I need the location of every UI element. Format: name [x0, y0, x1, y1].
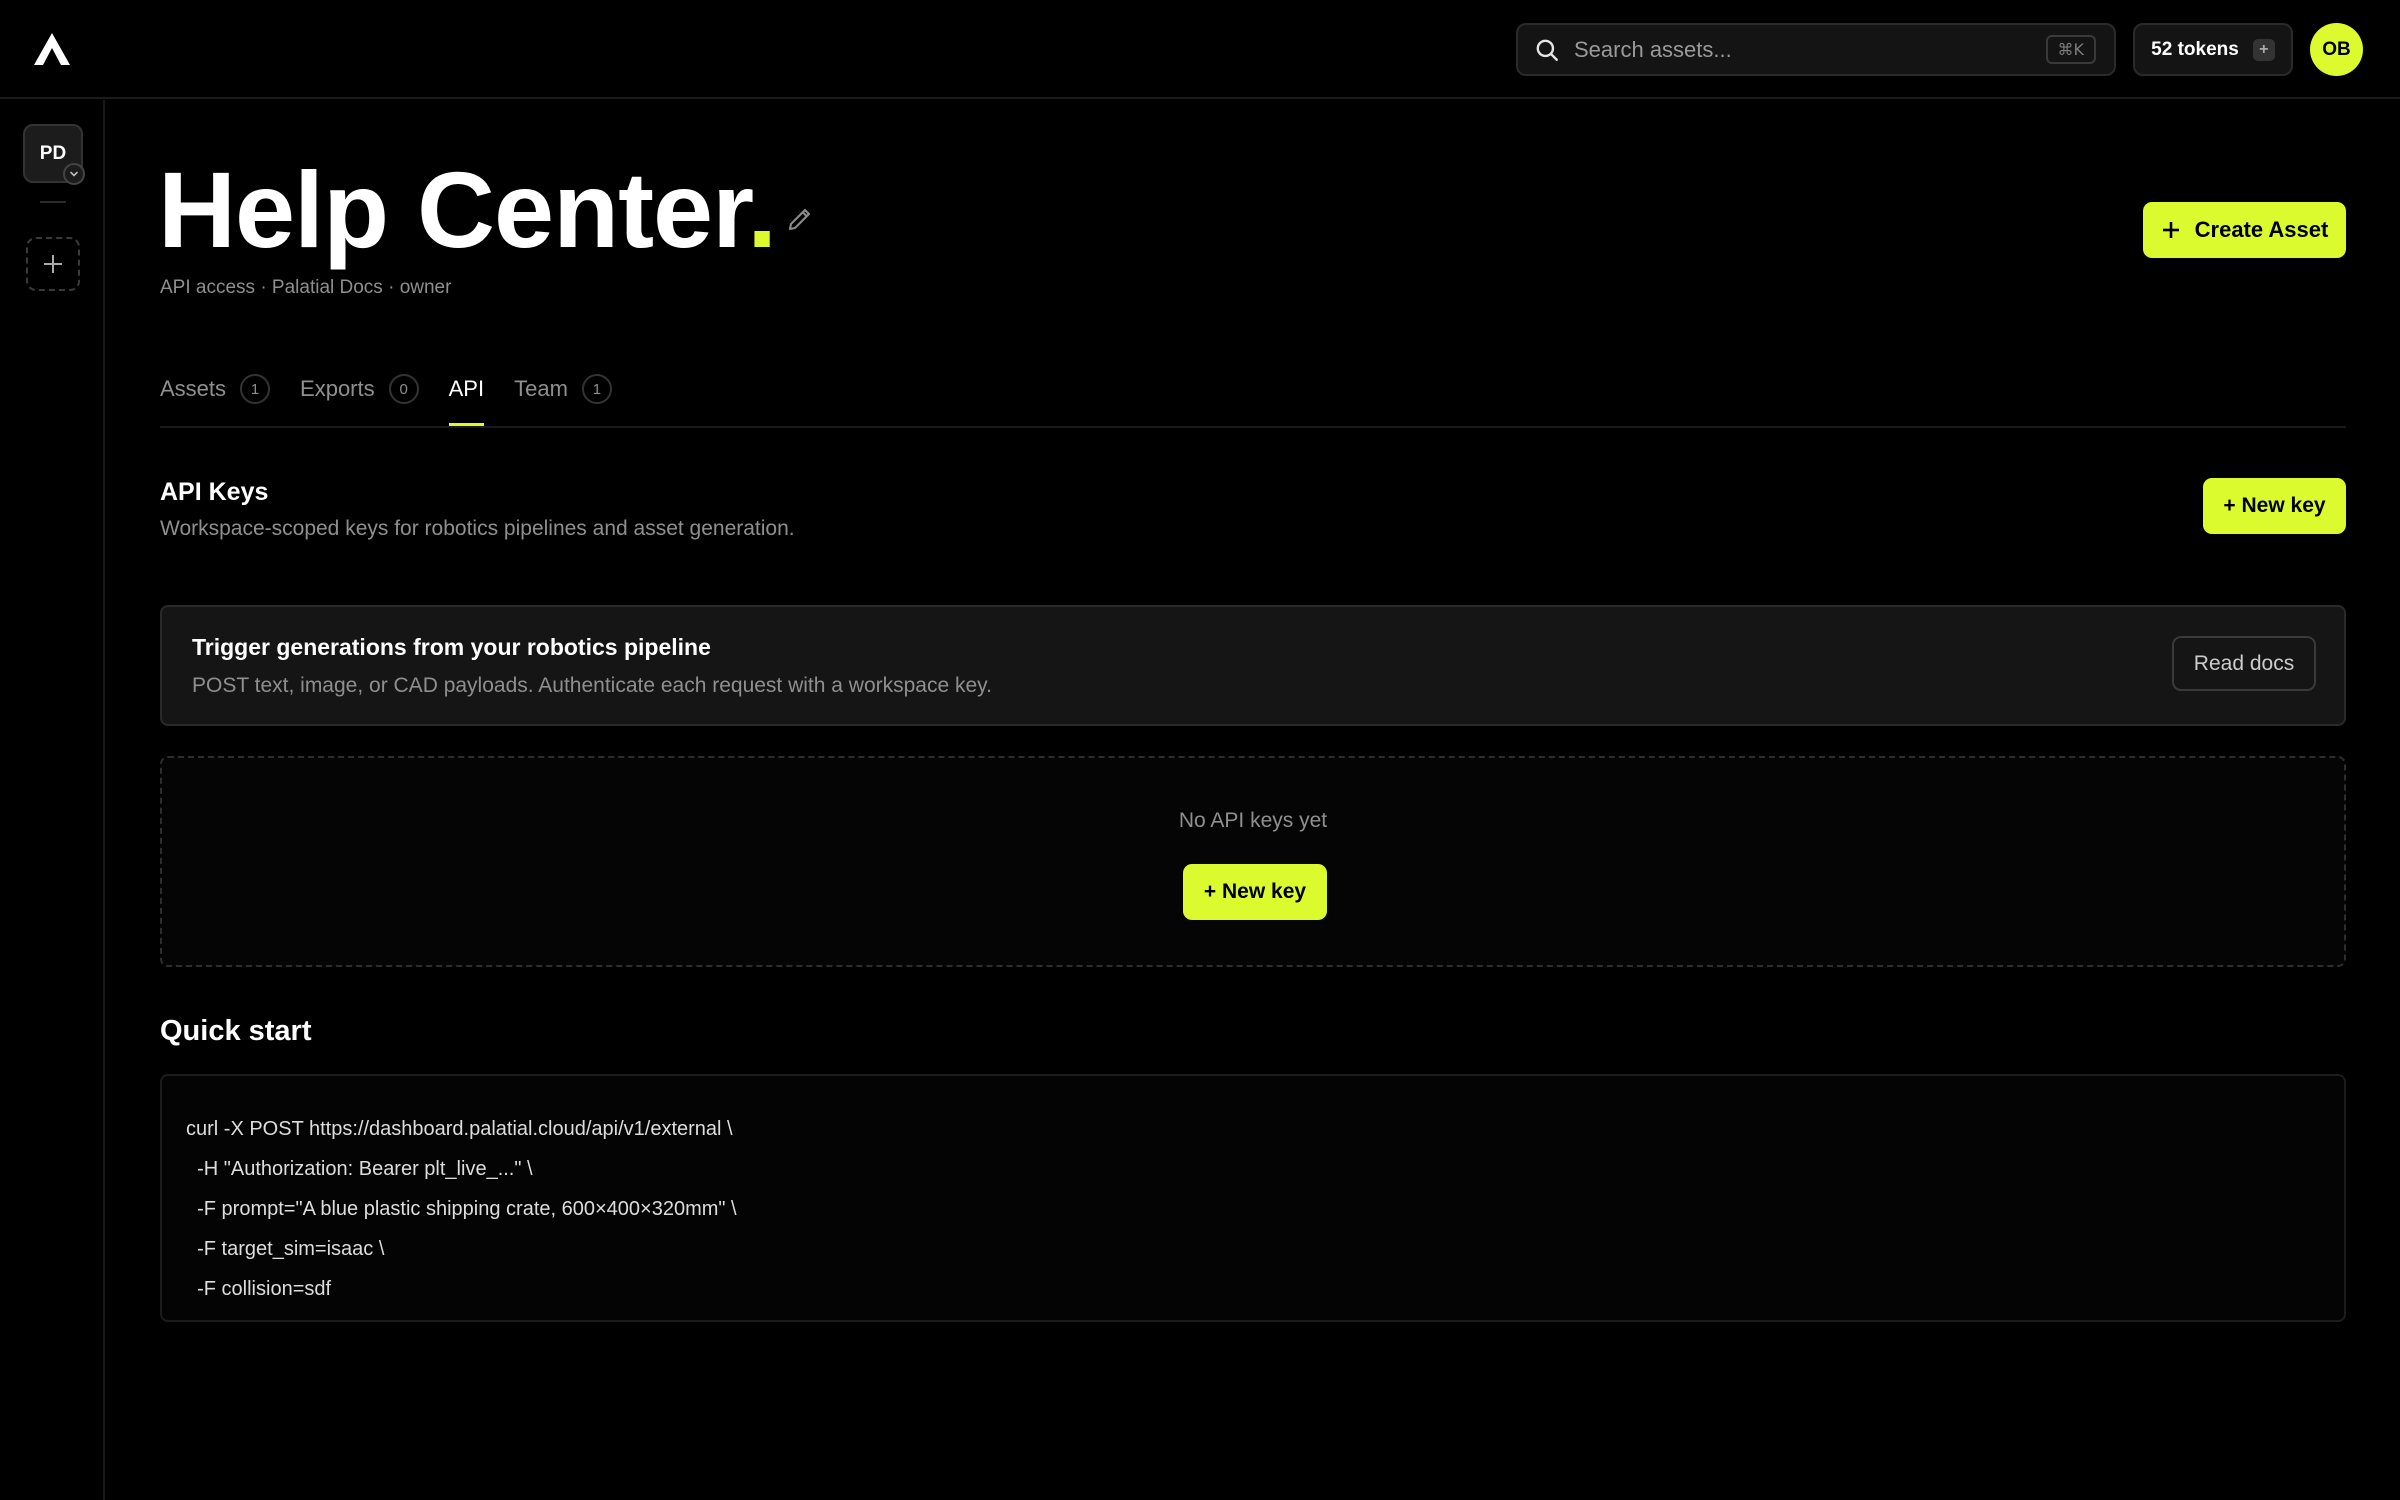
search-input[interactable] — [1574, 36, 2046, 63]
code-line: -F collision=sdf — [186, 1278, 332, 1300]
info-card-title: Trigger generations from your robotics p… — [192, 634, 711, 660]
tokens-label: 52 tokens — [2151, 38, 2239, 60]
api-keys-title: API Keys — [160, 478, 269, 506]
tab-api[interactable]: API — [448, 376, 485, 426]
create-asset-label: Create Asset — [2194, 217, 2329, 242]
code-line: -F prompt="A blue plastic shipping crate… — [186, 1198, 737, 1220]
tab-label: API — [448, 376, 485, 401]
tabs-divider — [160, 426, 2346, 428]
tab-label: Team — [514, 376, 568, 401]
tab-assets[interactable]: Assets 1 — [160, 374, 271, 426]
user-avatar[interactable]: OB — [2310, 23, 2363, 76]
api-keys-description: Workspace-scoped keys for robotics pipel… — [160, 517, 795, 540]
page-subtitle: API access · Palatial Docs · owner — [160, 277, 452, 298]
page-title-text: Help Center — [158, 149, 748, 270]
chevron-down-icon[interactable] — [63, 163, 85, 185]
title-accent-dot: . — [747, 149, 777, 270]
tokens-button[interactable]: 52 tokens + — [2133, 23, 2293, 76]
pipeline-info-card: Trigger generations from your robotics p… — [160, 605, 2346, 726]
new-key-button[interactable]: + New key — [2203, 478, 2346, 534]
tab-count-badge: 0 — [388, 374, 419, 404]
edit-icon[interactable] — [785, 204, 815, 234]
create-asset-button[interactable]: Create Asset — [2143, 202, 2346, 258]
code-line: -F target_sim=isaac \ — [186, 1238, 385, 1260]
code-block[interactable]: curl -X POST https://dashboard.palatial.… — [160, 1074, 2346, 1322]
tab-count-badge: 1 — [581, 374, 612, 404]
plus-icon — [44, 255, 62, 273]
search-shortcut-badge: ⌘K — [2045, 35, 2096, 64]
empty-state-text: No API keys yet — [1178, 809, 1328, 832]
empty-state-card: No API keys yet + New key — [160, 756, 2346, 967]
top-bar: ⌘K 52 tokens + OB — [0, 0, 2400, 99]
tab-count-badge: 1 — [240, 374, 271, 404]
page-title: Help Center. — [158, 145, 777, 275]
sidebar-divider — [40, 201, 66, 203]
plus-icon — [2162, 222, 2179, 238]
tab-team[interactable]: Team 1 — [514, 374, 612, 426]
code-line: -H "Authorization: Bearer plt_live_..." … — [186, 1158, 533, 1180]
sidebar — [0, 100, 105, 1500]
empty-state-new-key-button[interactable]: + New key — [1183, 864, 1327, 920]
code-line: curl -X POST https://dashboard.palatial.… — [186, 1118, 733, 1140]
tab-exports[interactable]: Exports 0 — [300, 374, 419, 426]
search-icon — [1536, 39, 1558, 61]
logo-icon[interactable] — [32, 31, 72, 67]
tab-bar: Assets 1 Exports 0 API Team 1 — [160, 374, 612, 426]
add-tokens-icon[interactable]: + — [2252, 38, 2275, 61]
info-card-description: POST text, image, or CAD payloads. Authe… — [192, 674, 992, 697]
add-workspace-button[interactable] — [26, 237, 80, 291]
quick-start-title: Quick start — [160, 1015, 312, 1047]
tab-label: Assets — [160, 376, 227, 401]
read-docs-button[interactable]: Read docs — [2172, 636, 2316, 691]
search-bar[interactable]: ⌘K — [1516, 23, 2116, 76]
tab-label: Exports — [300, 376, 375, 401]
